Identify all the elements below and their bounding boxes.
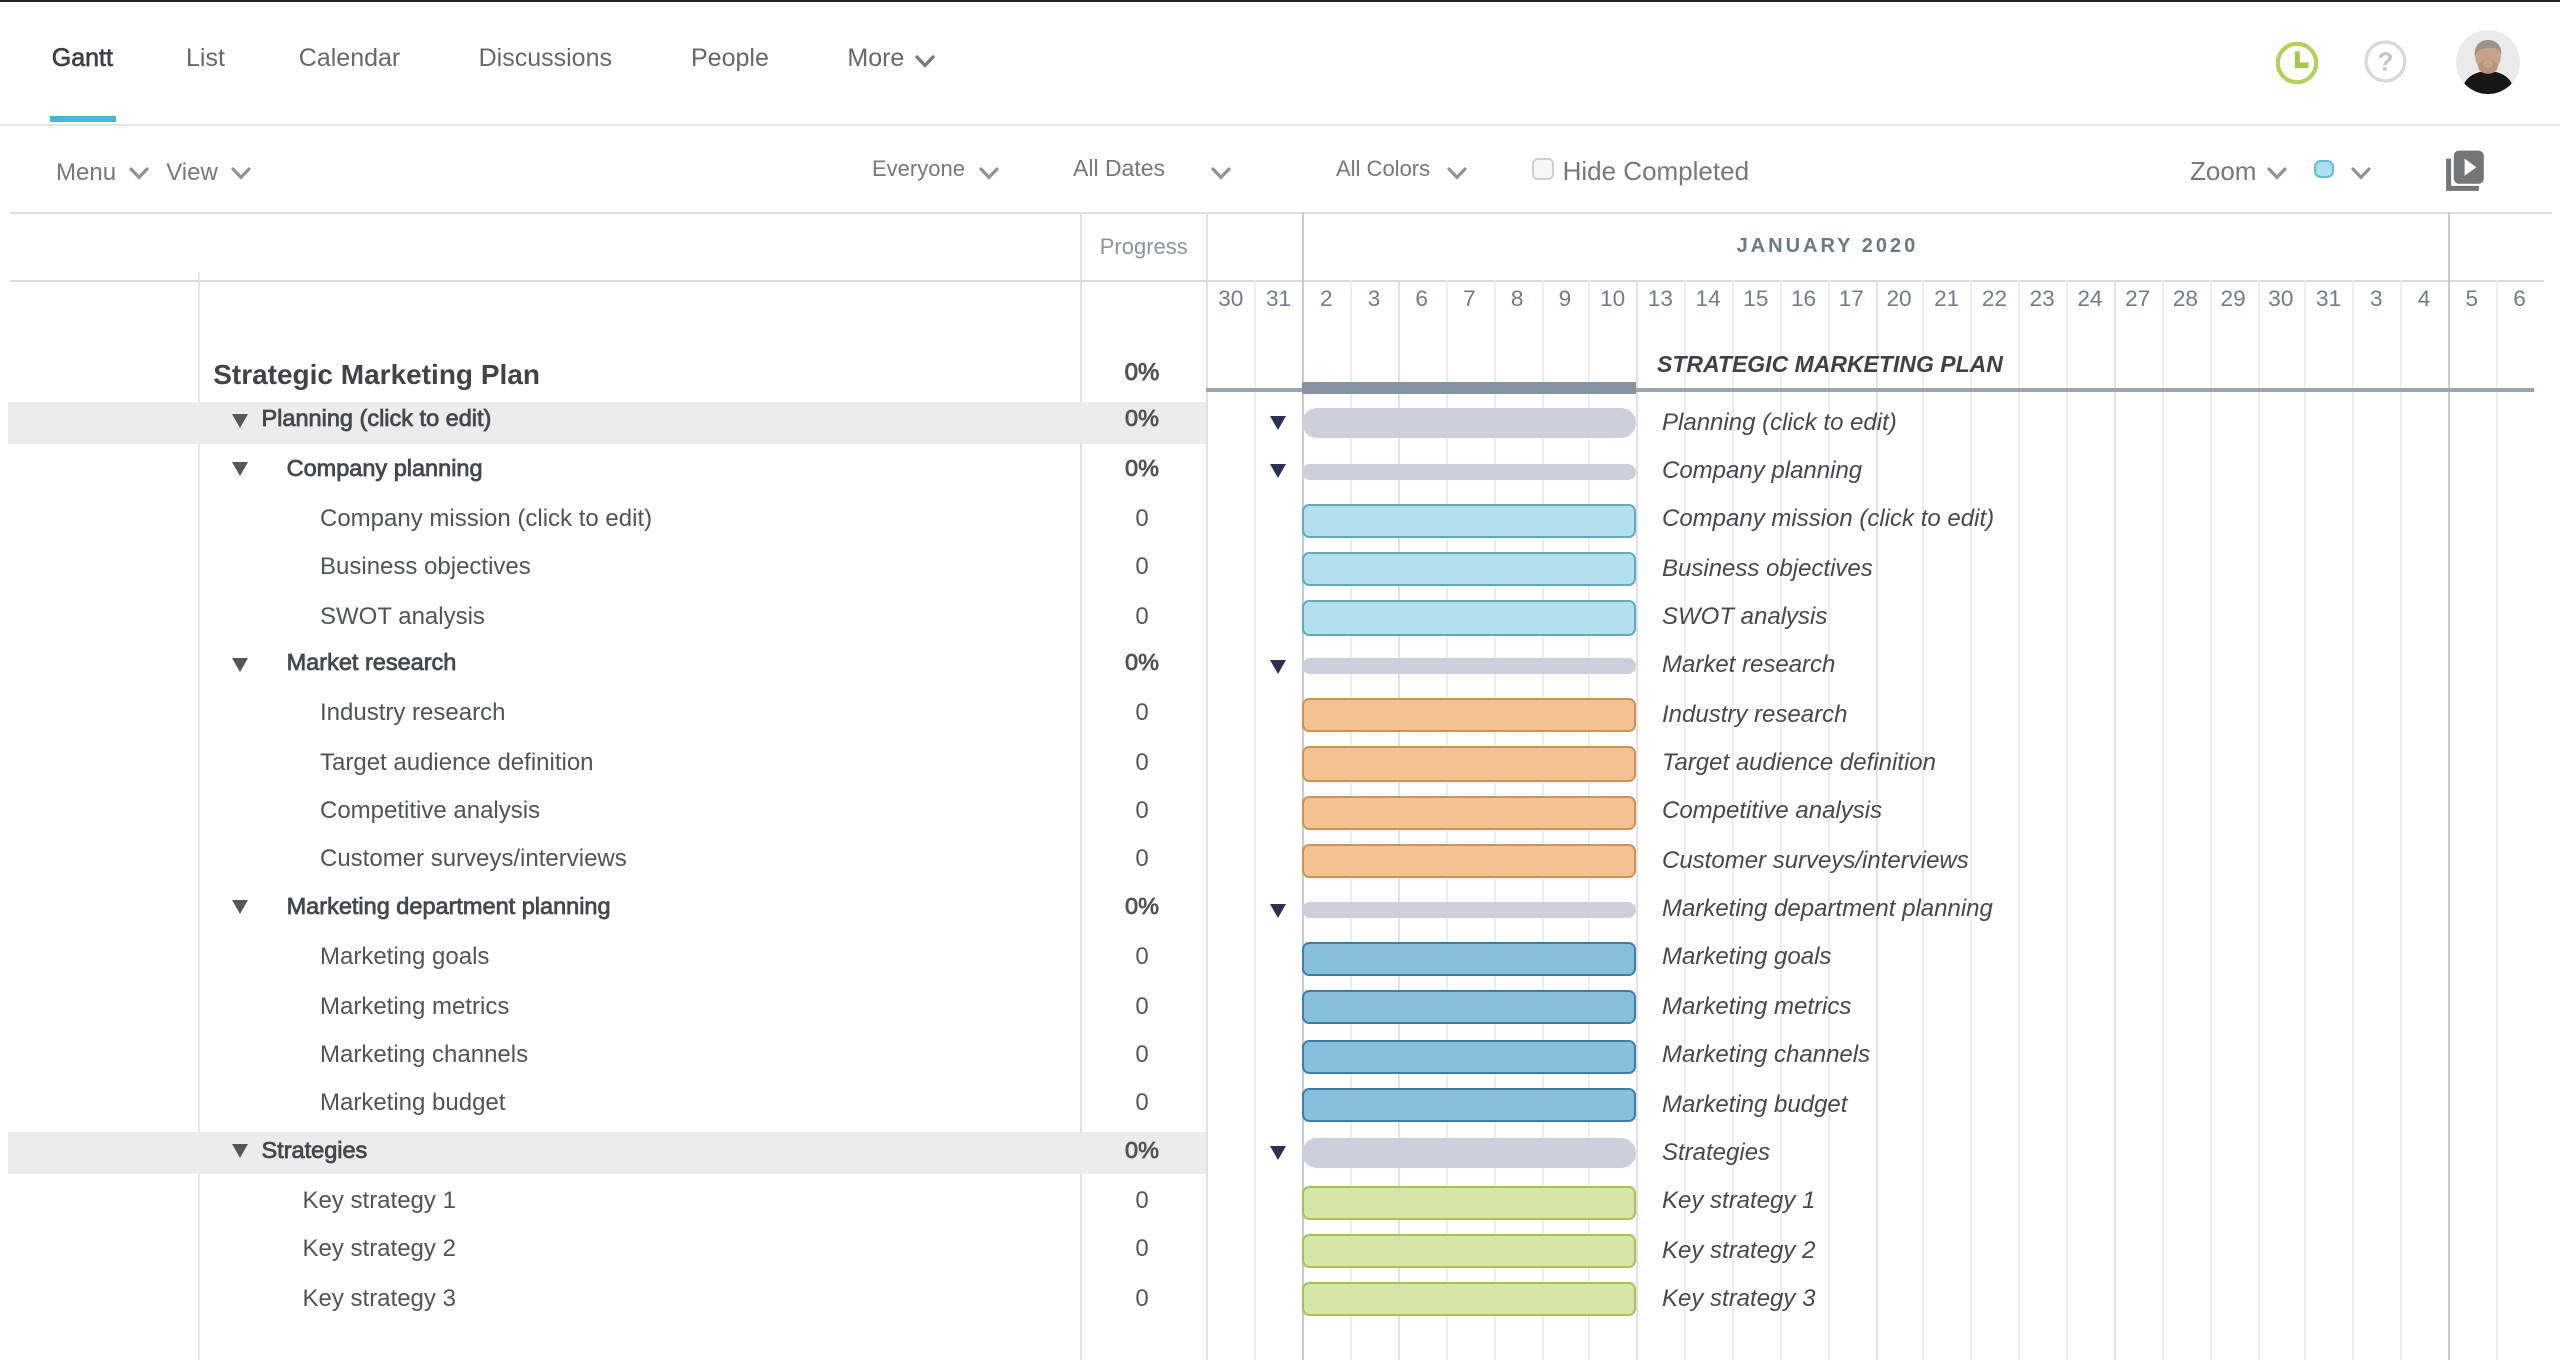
svg-text:?: ? [2378,47,2394,77]
